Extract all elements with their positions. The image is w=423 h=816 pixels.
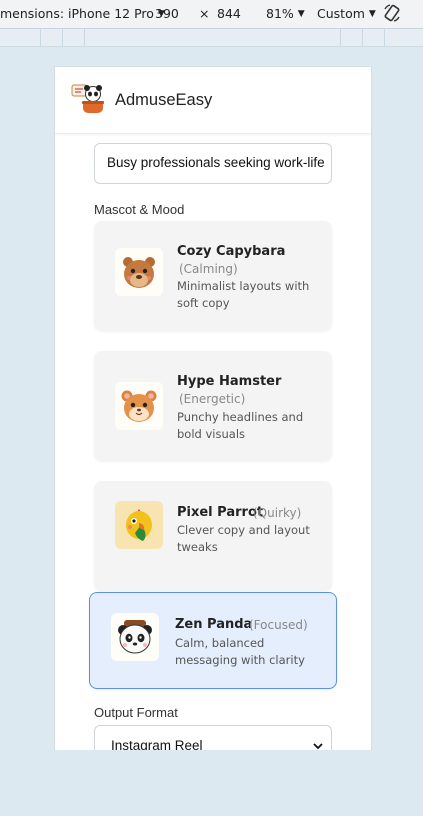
mascot-mood: (Focused): [249, 618, 308, 632]
mascot-card-hamster[interactable]: Hype Hamster (Energetic) Punchy headline…: [94, 351, 332, 461]
width-input[interactable]: 390: [155, 6, 179, 21]
target-audience-value: Busy professionals seeking work-life: [107, 155, 325, 170]
target-audience-input[interactable]: Busy professionals seeking work-life: [94, 143, 332, 184]
mascot-card-capybara[interactable]: Cozy Capybara (Calming) Minimalist layou…: [94, 221, 332, 331]
mascot-mood: (Energetic): [179, 392, 246, 406]
parrot-icon: [115, 501, 163, 549]
mascot-name: Zen Panda: [175, 617, 253, 632]
media-query-ruler: [0, 29, 423, 47]
times-symbol: ×: [199, 6, 210, 21]
output-format-label: Output Format: [94, 705, 178, 720]
rotate-icon: [384, 4, 400, 22]
device-label: mensions: iPhone 12 Pro: [0, 6, 154, 21]
rotate-button[interactable]: [382, 3, 402, 23]
mascot-description: Minimalist layouts with soft copy: [177, 279, 310, 310]
throttle-value: Custom: [317, 6, 365, 21]
panda-icon: [111, 613, 159, 661]
mascot-name: Pixel Parrot: [177, 505, 264, 520]
chevron-down-icon: ▼: [368, 8, 376, 19]
panda-logo-icon: [71, 84, 104, 113]
zoom-select[interactable]: 81% ▼: [266, 6, 305, 21]
height-value: 844: [217, 6, 241, 21]
zoom-value: 81%: [266, 6, 294, 21]
mascot-card-parrot[interactable]: Pixel Parrot (Quirky) Clever copy and la…: [94, 481, 332, 591]
mascot-card-panda[interactable]: Zen Panda (Focused) Calm, balanced messa…: [89, 592, 337, 689]
mascot-mood: (Quirky): [253, 506, 302, 520]
mascot-name: Hype Hamster: [177, 374, 282, 389]
app-header: AdmuseEasy: [55, 67, 371, 134]
width-value: 390: [155, 6, 179, 21]
height-input[interactable]: 844: [217, 6, 241, 21]
throttle-select[interactable]: Custom ▼: [317, 6, 376, 21]
hamster-icon: [115, 382, 163, 430]
app-title: AdmuseEasy: [115, 91, 213, 109]
viewport-bottom-mask: [55, 750, 371, 816]
mascot-description: Punchy headlines and bold visuals: [177, 410, 304, 441]
devtools-toolbar: mensions: iPhone 12 Pro ▼ 390 × 844 81% …: [0, 0, 423, 29]
mascot-description: Calm, balanced messaging with clarity: [175, 636, 305, 667]
mascot-name: Cozy Capybara: [177, 244, 286, 259]
mascot-mood: (Calming): [179, 262, 238, 276]
device-select[interactable]: mensions: iPhone 12 Pro ▼: [0, 6, 165, 21]
times-separator: ×: [199, 6, 209, 21]
chevron-down-icon: ▼: [297, 8, 305, 19]
mascot-mood-label: Mascot & Mood: [94, 202, 185, 217]
capybara-icon: [115, 248, 163, 296]
mascot-description: Clever copy and layout tweaks: [177, 523, 310, 554]
